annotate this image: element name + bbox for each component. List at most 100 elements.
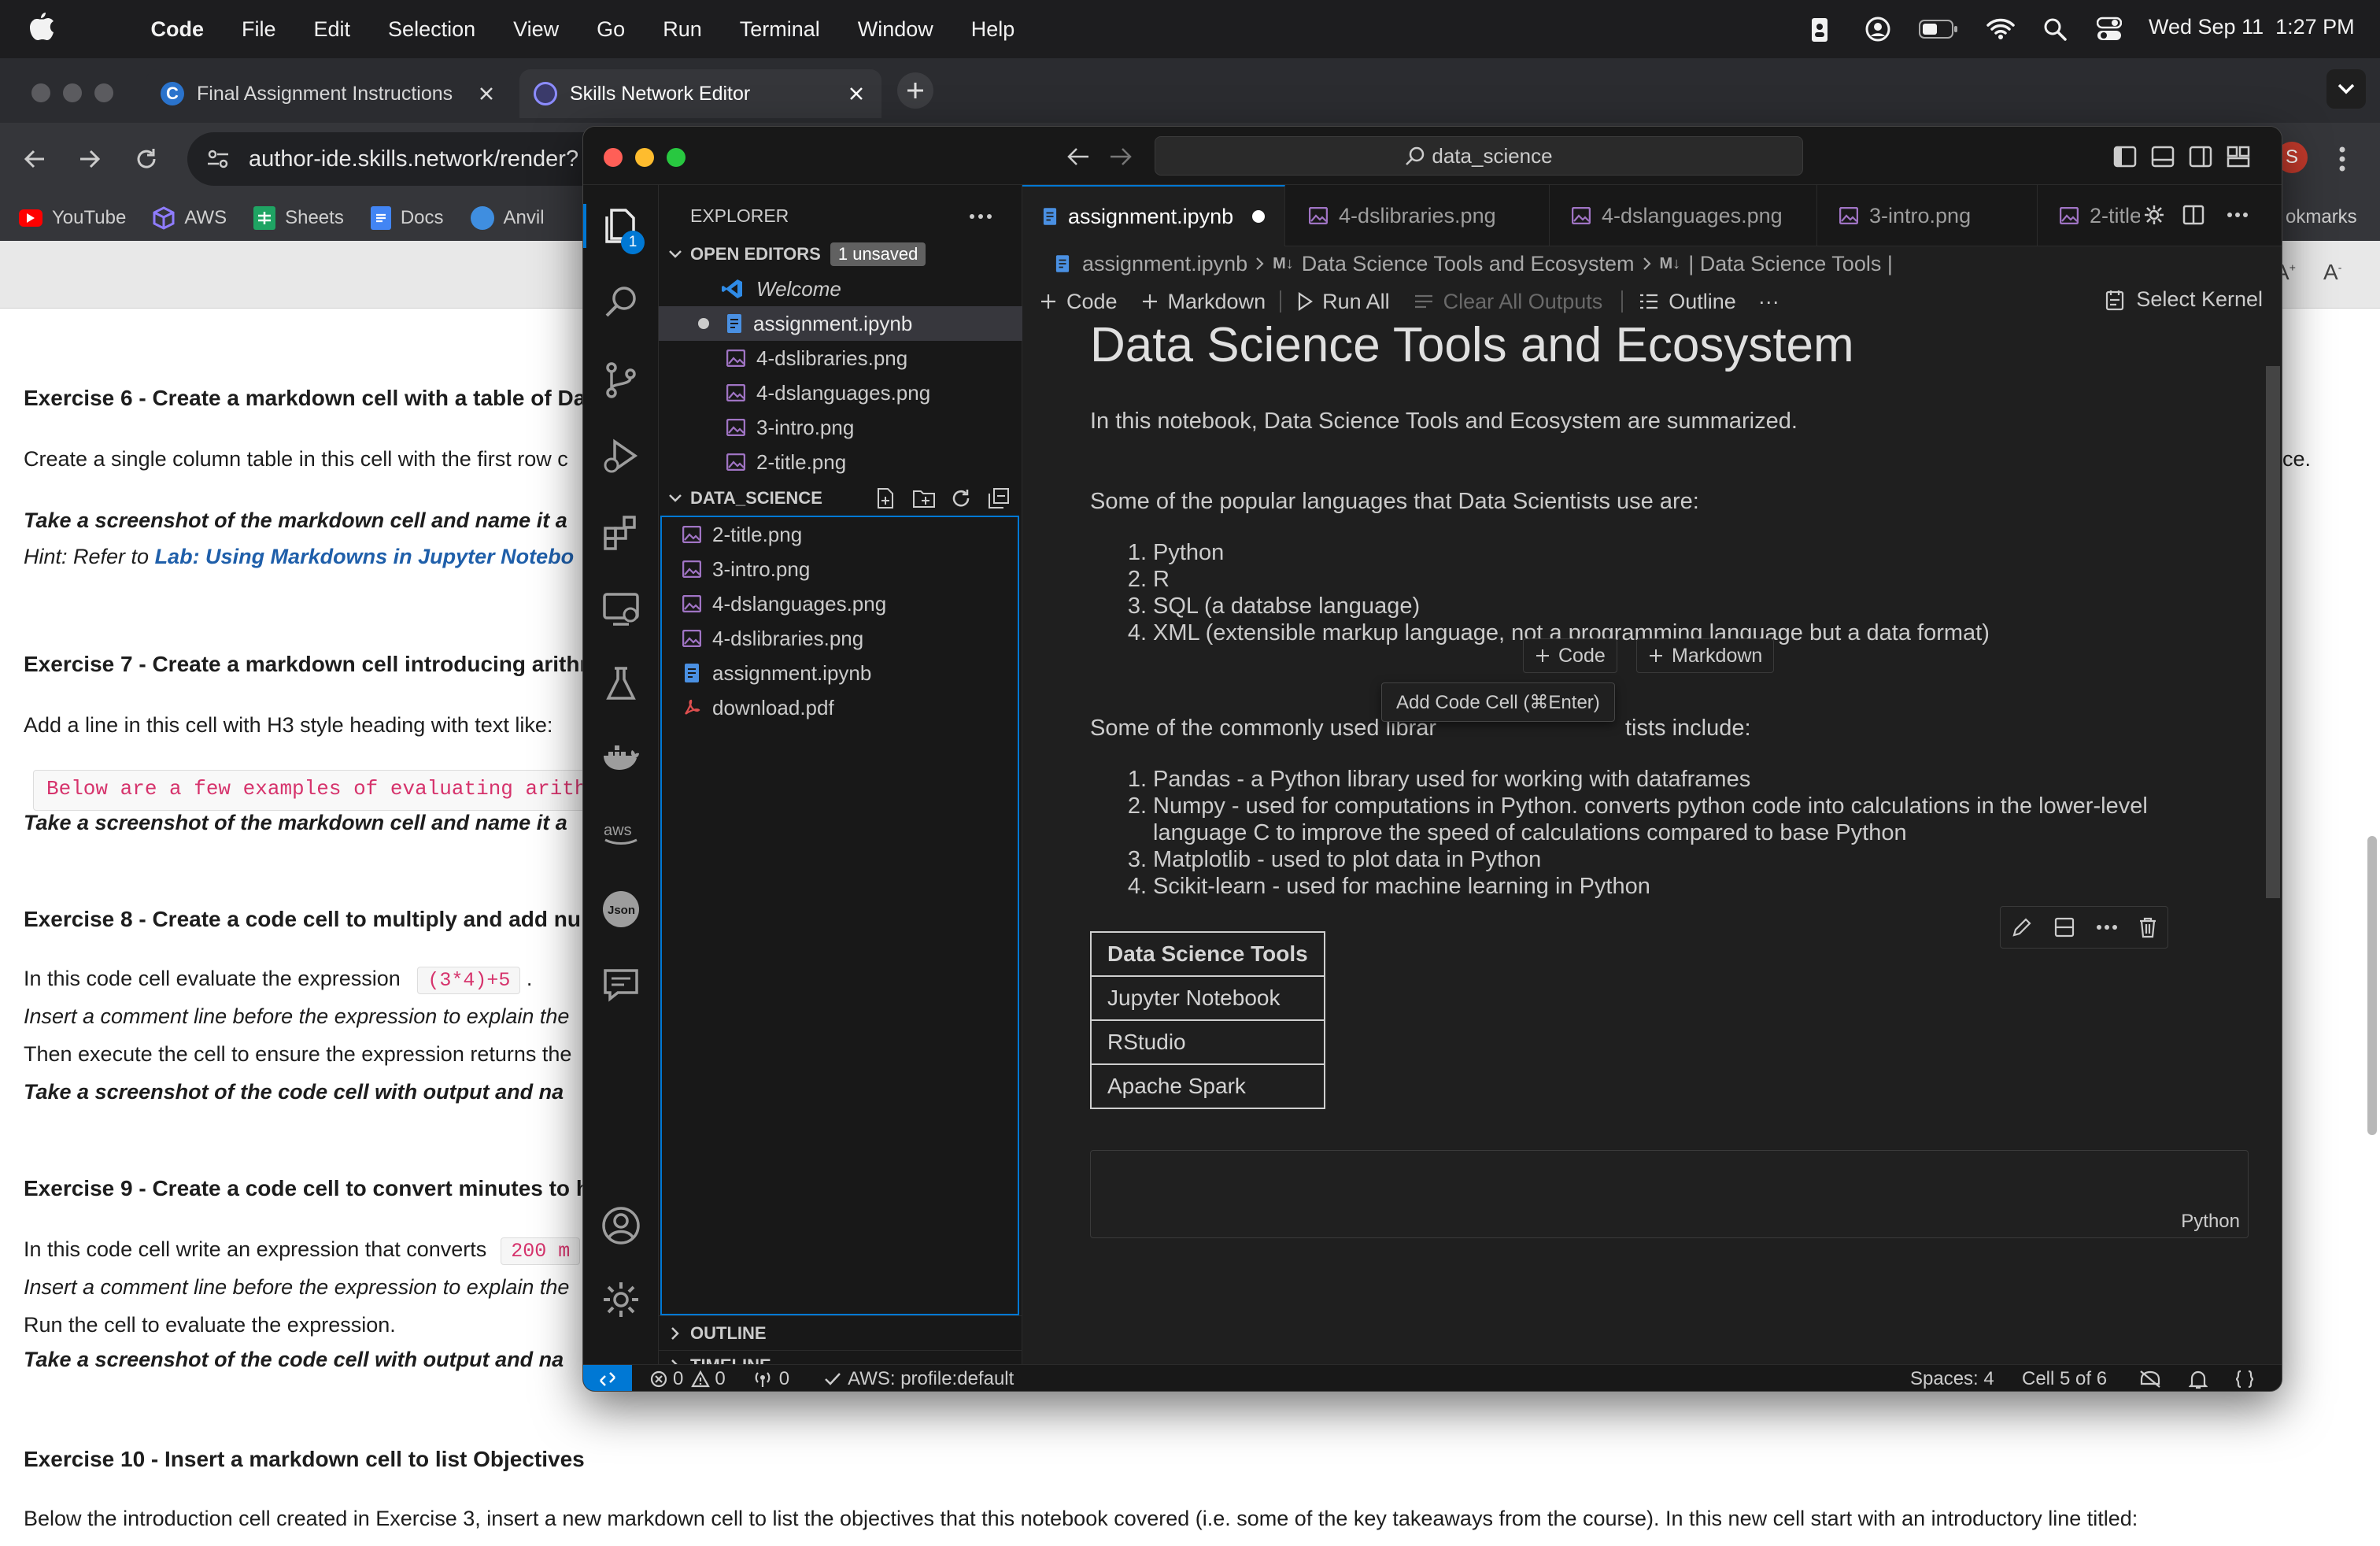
- new-folder-icon[interactable]: [912, 488, 936, 509]
- lab-markdowns-link[interactable]: Lab: Using Markdowns in Jupyter Notebo: [155, 545, 575, 568]
- insert-markdown-cell-button[interactable]: Markdown: [1636, 638, 1775, 673]
- cell-more-icon[interactable]: [2096, 924, 2118, 930]
- unsaved-dot-icon[interactable]: [1252, 210, 1266, 223]
- toolbar-more-button[interactable]: ···: [1758, 290, 1779, 314]
- open-editor-2-title[interactable]: 2-title.png: [659, 445, 1022, 479]
- tab-3-intro[interactable]: 3-intro.png: [1817, 185, 2038, 246]
- nav-forward-icon[interactable]: [1109, 146, 1133, 168]
- remote-indicator[interactable]: [583, 1364, 632, 1391]
- notifications-bell-icon[interactable]: [2189, 1370, 2208, 1390]
- toggle-secondary-sidebar-icon[interactable]: [2189, 146, 2212, 168]
- chat-icon[interactable]: [601, 964, 641, 1005]
- clear-outputs-button[interactable]: Clear All Outputs: [1414, 290, 1602, 314]
- file-assignment[interactable]: assignment.ipynb: [659, 656, 1022, 690]
- menu-terminal[interactable]: Terminal: [740, 17, 820, 42]
- address-bar[interactable]: author-ide.skills.network/render?: [187, 132, 597, 186]
- browser-tab-skills-editor[interactable]: Skills Network Editor: [519, 69, 881, 118]
- font-decrease-button[interactable]: A-: [2323, 260, 2341, 285]
- new-tab-button[interactable]: [897, 72, 933, 109]
- bookmark-anvil[interactable]: Anvil: [470, 206, 545, 230]
- timeline-section-header[interactable]: TIMELINE: [659, 1350, 1022, 1375]
- file-download-pdf[interactable]: download.pdf: [659, 690, 1022, 725]
- file-4-dslanguages[interactable]: 4-dslanguages.png: [659, 586, 1022, 621]
- url-text[interactable]: author-ide.skills.network/render?: [249, 146, 595, 172]
- breadcrumb-file[interactable]: assignment.ipynb: [1082, 252, 1247, 276]
- close-tab-icon[interactable]: [479, 86, 494, 102]
- outline-button[interactable]: Outline: [1639, 290, 1736, 314]
- open-editor-welcome[interactable]: Welcome: [659, 272, 1022, 306]
- select-kernel-button[interactable]: Select Kernel: [2105, 287, 2263, 312]
- menu-file[interactable]: File: [242, 17, 276, 42]
- insert-code-cell-button[interactable]: Code: [1523, 638, 1617, 673]
- chrome-menu-icon[interactable]: [2338, 145, 2347, 173]
- back-icon[interactable]: [22, 146, 47, 172]
- editor-more-icon[interactable]: [2227, 212, 2249, 218]
- window-zoom-button[interactable]: [94, 83, 113, 102]
- site-settings-icon[interactable]: [206, 147, 230, 171]
- menu-edit[interactable]: Edit: [314, 17, 351, 42]
- accounts-icon[interactable]: [601, 1205, 641, 1246]
- indentation-indicator[interactable]: Spaces: 4: [1910, 1368, 1994, 1390]
- tab-search-button[interactable]: [2326, 69, 2366, 109]
- bookmark-sheets[interactable]: Sheets: [253, 206, 344, 230]
- manage-gear-icon[interactable]: [601, 1279, 641, 1320]
- delete-trash-icon[interactable]: [2138, 916, 2157, 938]
- tab-2-title[interactable]: 2-title: [2038, 185, 2140, 246]
- menu-view[interactable]: View: [513, 17, 559, 42]
- vscode-zoom-button[interactable]: [667, 148, 686, 167]
- wifi-icon[interactable]: [1986, 17, 2015, 39]
- settings-gear-icon[interactable]: [2143, 204, 2165, 226]
- bookmark-aws[interactable]: AWS: [153, 206, 227, 230]
- menu-selection[interactable]: Selection: [388, 17, 475, 42]
- testing-icon[interactable]: [601, 664, 641, 705]
- control-center-icon[interactable]: [2097, 17, 2122, 42]
- split-editor-icon[interactable]: [2182, 204, 2204, 226]
- vscode-minimize-button[interactable]: [635, 148, 654, 167]
- empty-code-cell[interactable]: Python: [1090, 1150, 2249, 1238]
- cell-language-label[interactable]: Python: [2181, 1211, 2240, 1233]
- close-tab-icon[interactable]: [848, 86, 864, 102]
- battery-icon[interactable]: [1919, 20, 1958, 39]
- open-editor-4-dslibraries[interactable]: 4-dslibraries.png: [659, 341, 1022, 375]
- page-scrollbar-thumb[interactable]: [2367, 836, 2377, 1135]
- bookmark-docs[interactable]: Docs: [370, 206, 444, 230]
- breadcrumb-cell[interactable]: | Data Science Tools |: [1688, 252, 1893, 276]
- folder-header-data-science[interactable]: DATA_SCIENCE: [659, 481, 1022, 516]
- menubar-clock[interactable]: Wed Sep 11 1:27 PM: [2149, 15, 2355, 39]
- command-center-search[interactable]: data_science: [1155, 136, 1803, 176]
- file-3-intro[interactable]: 3-intro.png: [659, 552, 1022, 586]
- open-editor-4-dslanguages[interactable]: 4-dslanguages.png: [659, 375, 1022, 410]
- run-debug-icon[interactable]: [601, 435, 641, 476]
- tab-4-dslanguages[interactable]: 4-dslanguages.png: [1550, 185, 1817, 246]
- braces-icon[interactable]: [2234, 1370, 2255, 1389]
- vscode-close-button[interactable]: [604, 148, 623, 167]
- cell-position-indicator[interactable]: Cell 5 of 6: [2022, 1368, 2107, 1390]
- all-bookmarks-label[interactable]: okmarks: [2286, 206, 2357, 228]
- aws-toolkit-icon[interactable]: aws: [601, 812, 641, 853]
- window-minimize-button[interactable]: [63, 83, 82, 102]
- json-icon[interactable]: Json: [601, 889, 641, 930]
- search-icon[interactable]: [601, 283, 641, 324]
- toggle-panel-icon[interactable]: [2151, 146, 2175, 168]
- file-4-dslibraries[interactable]: 4-dslibraries.png: [659, 621, 1022, 656]
- run-all-button[interactable]: Run All: [1297, 290, 1390, 314]
- window-close-button[interactable]: [31, 83, 50, 102]
- more-actions-icon[interactable]: [969, 213, 992, 220]
- problems-indicator[interactable]: 0 0: [649, 1368, 726, 1390]
- ports-indicator[interactable]: 0: [752, 1368, 789, 1390]
- browser-tab-instructions[interactable]: C Final Assignment Instructions: [146, 69, 513, 118]
- outline-section-header[interactable]: OUTLINE: [659, 1315, 1022, 1350]
- apple-logo-icon[interactable]: [30, 13, 54, 43]
- collapse-all-icon[interactable]: [988, 487, 1010, 509]
- extensions-icon[interactable]: [601, 512, 641, 553]
- menu-run[interactable]: Run: [663, 17, 702, 42]
- menu-app-name[interactable]: Code: [151, 17, 205, 42]
- contacts-icon[interactable]: [1810, 17, 1829, 43]
- toggle-primary-sidebar-icon[interactable]: [2113, 146, 2137, 168]
- breadcrumb-heading[interactable]: Data Science Tools and Ecosystem: [1302, 252, 1635, 276]
- tab-assignment[interactable]: assignment.ipynb: [1022, 185, 1285, 246]
- nav-back-icon[interactable]: [1066, 146, 1090, 168]
- aws-profile-indicator[interactable]: AWS: profile:default: [824, 1368, 1014, 1390]
- source-control-icon[interactable]: [601, 360, 641, 401]
- add-markdown-button[interactable]: Markdown: [1141, 290, 1266, 314]
